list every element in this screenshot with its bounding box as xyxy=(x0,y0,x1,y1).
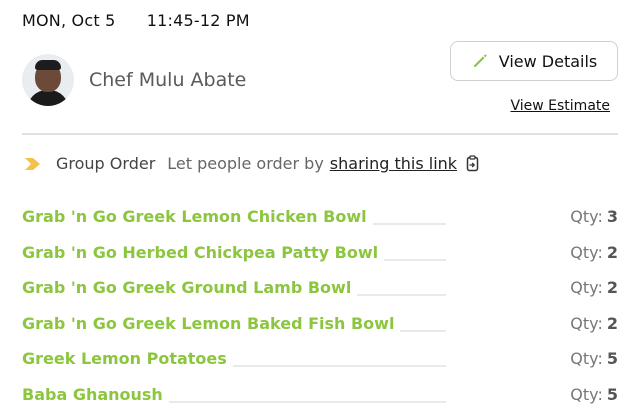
section-divider xyxy=(22,133,618,135)
pencil-icon xyxy=(473,54,487,67)
chef-name: Chef Mulu Abate xyxy=(89,69,247,91)
item-quantity-value: 2 xyxy=(606,278,618,298)
group-order-row: Group Order Let people order by sharing … xyxy=(24,154,480,173)
order-item-row: Grab 'n Go Herbed Chickpea Patty Bowl Qt… xyxy=(22,235,618,271)
order-items-list: Grab 'n Go Greek Lemon Chicken Bowl Qty:… xyxy=(22,199,618,412)
item-name[interactable]: Baba Ghanoush xyxy=(22,385,163,404)
item-quantity: Qty: 2 xyxy=(570,313,618,333)
item-name[interactable]: Grab 'n Go Greek Lemon Baked Fish Bowl xyxy=(22,314,394,333)
item-quantity-value: 5 xyxy=(606,349,618,369)
item-quantity: Qty: 2 xyxy=(570,242,618,262)
item-quantity: Qty: 5 xyxy=(570,349,618,369)
chef-info: Chef Mulu Abate xyxy=(22,54,246,106)
order-time: 11:45-12 PM xyxy=(146,11,250,30)
view-estimate-link[interactable]: View Estimate xyxy=(510,98,610,114)
item-name[interactable]: Grab 'n Go Greek Ground Lamb Bowl xyxy=(22,278,351,297)
view-details-button[interactable]: View Details xyxy=(450,41,618,81)
item-quantity-value: 5 xyxy=(606,384,618,404)
order-item-row: Grab 'n Go Greek Lemon Baked Fish Bowl Q… xyxy=(22,306,618,342)
group-order-label: Group Order xyxy=(56,154,156,173)
share-link[interactable]: sharing this link xyxy=(330,154,457,173)
item-name[interactable]: Grab 'n Go Herbed Chickpea Patty Bowl xyxy=(22,243,378,262)
copy-icon[interactable] xyxy=(464,154,480,173)
item-quantity: Qty: 3 xyxy=(570,207,618,227)
item-name[interactable]: Grab 'n Go Greek Lemon Chicken Bowl xyxy=(22,207,367,226)
chevron-arrow-icon xyxy=(25,157,40,170)
group-order-hint: Let people order by xyxy=(167,154,324,173)
order-date: MON, Oct 5 xyxy=(22,11,116,30)
item-quantity: Qty: 5 xyxy=(570,384,618,404)
view-details-label: View Details xyxy=(498,51,598,71)
order-datetime: MON, Oct 5 11:45-12 PM xyxy=(22,11,250,30)
item-name[interactable]: Greek Lemon Potatoes xyxy=(22,349,227,368)
order-item-row: Grab 'n Go Greek Ground Lamb Bowl Qty: 2 xyxy=(22,270,618,306)
item-quantity: Qty: 2 xyxy=(570,278,618,298)
item-quantity-value: 3 xyxy=(606,207,618,227)
order-item-row: Grab 'n Go Greek Lemon Chicken Bowl Qty:… xyxy=(22,199,618,235)
order-item-row: Baba Ghanoush Qty: 5 xyxy=(22,377,618,413)
order-summary-panel: MON, Oct 5 11:45-12 PM Chef Mulu Abate V… xyxy=(0,0,640,420)
chef-avatar xyxy=(22,54,74,106)
order-item-row: Greek Lemon Potatoes Qty: 5 xyxy=(22,341,618,377)
item-quantity-value: 2 xyxy=(606,242,618,262)
item-quantity-value: 2 xyxy=(606,313,618,333)
